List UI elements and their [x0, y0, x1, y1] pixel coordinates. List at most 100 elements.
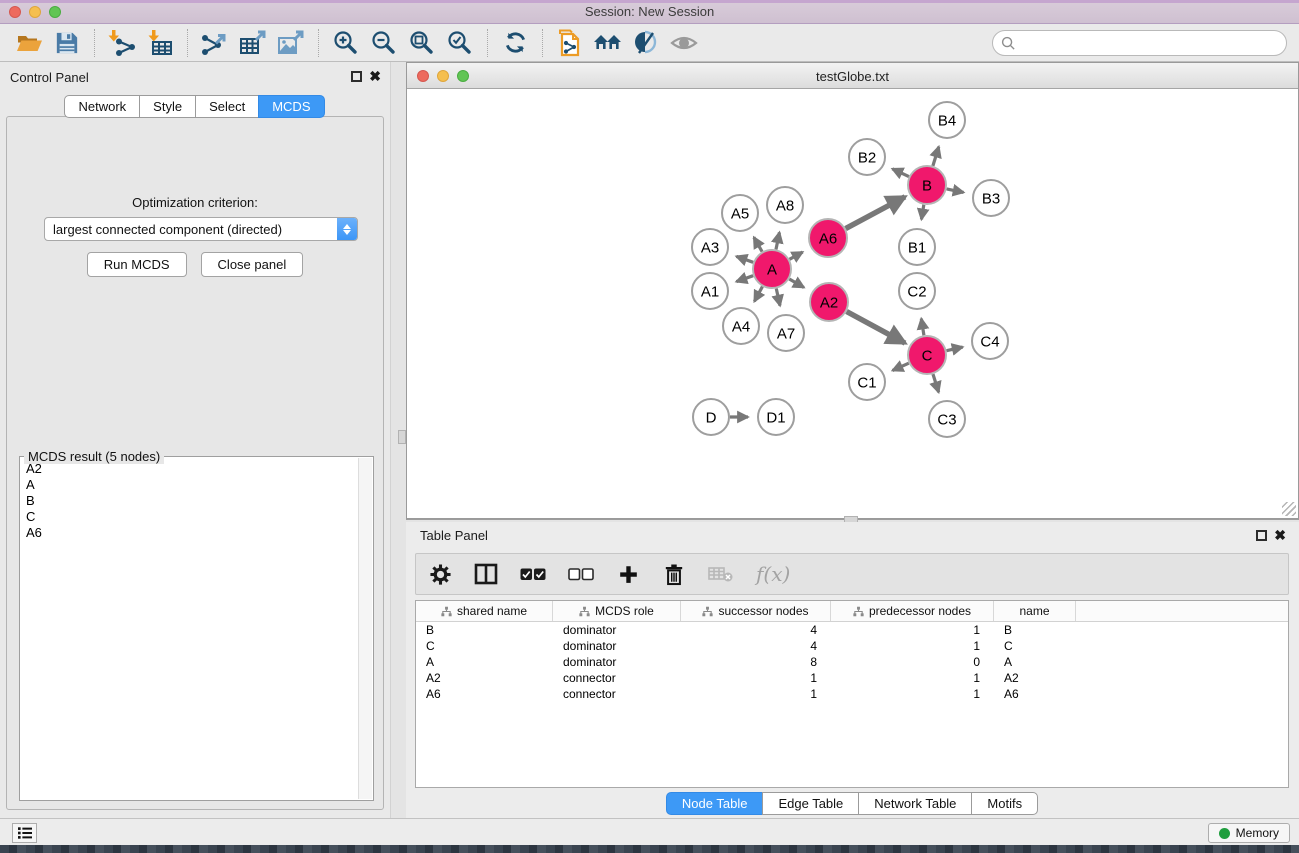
table-cell[interactable]: A6 — [994, 687, 1076, 701]
table-cell[interactable]: 1 — [831, 623, 994, 637]
table-tab-motifs[interactable]: Motifs — [971, 792, 1038, 815]
divider-handle[interactable] — [398, 430, 406, 444]
edge-B-B3[interactable] — [947, 189, 964, 192]
resize-grip[interactable] — [1282, 502, 1296, 516]
table-tab-node-table[interactable]: Node Table — [666, 792, 764, 815]
edge-B-B4[interactable] — [933, 147, 939, 166]
show-all-networks-button[interactable] — [589, 27, 627, 59]
close-panel-button[interactable]: Close panel — [201, 252, 304, 277]
table-cell[interactable]: connector — [553, 671, 681, 685]
network-canvas[interactable]: B4B2BB3B1A5A8A3A6AA1C2A4A7A2C4CC1C3DD1 — [407, 89, 1298, 518]
table-cell[interactable]: B — [416, 623, 553, 637]
table-tab-network-table[interactable]: Network Table — [858, 792, 972, 815]
table-row[interactable]: A6connector11A6 — [416, 686, 1288, 702]
table-cell[interactable]: A — [994, 655, 1076, 669]
table-cell[interactable]: connector — [553, 687, 681, 701]
node-B4[interactable]: B4 — [929, 102, 965, 138]
table-cell[interactable]: dominator — [553, 655, 681, 669]
export-image-button[interactable] — [272, 27, 310, 59]
edge-A-A3[interactable] — [736, 256, 753, 262]
network-window-titlebar[interactable]: testGlobe.txt — [407, 63, 1298, 89]
mcds-result-item[interactable]: C — [26, 509, 353, 525]
edge-C-C3[interactable] — [933, 374, 939, 392]
edge-C-C1[interactable] — [893, 363, 909, 370]
column-layout-button[interactable] — [474, 560, 498, 588]
edge-A-A7[interactable] — [776, 289, 780, 306]
table-cell[interactable]: 1 — [831, 687, 994, 701]
memory-button[interactable]: Memory — [1208, 823, 1290, 843]
table-row[interactable]: Cdominator41C — [416, 638, 1288, 654]
zoom-out-button[interactable] — [365, 27, 403, 59]
column-header-predecessor-nodes[interactable]: predecessor nodes — [831, 601, 994, 621]
import-network-button[interactable] — [103, 27, 141, 59]
zoom-selected-button[interactable] — [441, 27, 479, 59]
node-B3[interactable]: B3 — [973, 180, 1009, 216]
table-cell[interactable]: C — [416, 639, 553, 653]
save-session-button[interactable] — [48, 27, 86, 59]
edge-A-A5[interactable] — [754, 237, 762, 251]
node-A7[interactable]: A7 — [768, 315, 804, 351]
table-cell[interactable]: A6 — [416, 687, 553, 701]
edge-C-C4[interactable] — [947, 347, 963, 351]
edge-A-A4[interactable] — [754, 287, 762, 302]
run-mcds-button[interactable]: Run MCDS — [87, 252, 187, 277]
search-input[interactable] — [1021, 36, 1271, 51]
node-D[interactable]: D — [693, 399, 729, 435]
table-cell[interactable]: A2 — [416, 671, 553, 685]
edge-A-A1[interactable] — [736, 276, 753, 282]
edge-A-A6[interactable] — [789, 252, 802, 259]
table-cell[interactable]: 8 — [681, 655, 831, 669]
column-header-MCDS-role[interactable]: MCDS role — [553, 601, 681, 621]
control-tab-select[interactable]: Select — [195, 95, 259, 118]
table-cell[interactable]: A2 — [994, 671, 1076, 685]
export-table-button[interactable] — [234, 27, 272, 59]
node-A3[interactable]: A3 — [692, 229, 728, 265]
edge-A2-C[interactable] — [847, 312, 905, 344]
create-column-button[interactable] — [616, 560, 640, 588]
export-network-button[interactable] — [196, 27, 234, 59]
show-hide-button[interactable] — [665, 27, 703, 59]
table-row[interactable]: A2connector11A2 — [416, 670, 1288, 686]
mcds-result-item[interactable]: A2 — [26, 461, 353, 477]
function-builder-button[interactable]: f(x) — [756, 560, 790, 588]
table-cell[interactable]: 1 — [681, 671, 831, 685]
table-cell[interactable]: 1 — [831, 671, 994, 685]
delete-table-button[interactable] — [708, 560, 734, 588]
mcds-result-list[interactable]: A2ABCA6 — [21, 458, 358, 799]
deselect-all-columns-button[interactable] — [568, 560, 594, 588]
mcds-result-item[interactable]: A — [26, 477, 353, 493]
result-scrollbar[interactable] — [358, 458, 372, 799]
edge-B-B1[interactable] — [921, 205, 923, 220]
control-tab-style[interactable]: Style — [139, 95, 196, 118]
optimization-criterion-select[interactable]: largest connected component (directed) — [44, 217, 358, 241]
node-C4[interactable]: C4 — [972, 323, 1008, 359]
table-cell[interactable]: 1 — [831, 639, 994, 653]
table-cell[interactable]: dominator — [553, 623, 681, 637]
node-D1[interactable]: D1 — [758, 399, 794, 435]
select-all-columns-button[interactable] — [520, 560, 546, 588]
column-header-successor-nodes[interactable]: successor nodes — [681, 601, 831, 621]
table-tab-edge-table[interactable]: Edge Table — [762, 792, 859, 815]
column-header-shared-name[interactable]: shared name — [416, 601, 553, 621]
node-B2[interactable]: B2 — [849, 139, 885, 175]
import-table-button[interactable] — [141, 27, 179, 59]
open-session-button[interactable] — [10, 27, 48, 59]
table-cell[interactable]: C — [994, 639, 1076, 653]
table-cell[interactable]: dominator — [553, 639, 681, 653]
mcds-result-item[interactable]: B — [26, 493, 353, 509]
edge-A6-B[interactable] — [846, 197, 905, 229]
node-A5[interactable]: A5 — [722, 195, 758, 231]
float-table-panel-icon[interactable] — [1256, 530, 1267, 541]
zoom-fit-button[interactable] — [403, 27, 441, 59]
node-C2[interactable]: C2 — [899, 273, 935, 309]
mcds-result-item[interactable]: A6 — [26, 525, 353, 541]
zoom-in-button[interactable] — [327, 27, 365, 59]
apply-layout-button[interactable] — [496, 27, 534, 59]
table-cell[interactable]: 4 — [681, 623, 831, 637]
node-B1[interactable]: B1 — [899, 229, 935, 265]
graphics-details-button[interactable] — [627, 27, 665, 59]
column-header-name[interactable]: name — [994, 601, 1076, 621]
edge-A-A8[interactable] — [776, 232, 779, 249]
delete-column-button[interactable] — [662, 560, 686, 588]
edge-A-A2[interactable] — [789, 279, 804, 287]
